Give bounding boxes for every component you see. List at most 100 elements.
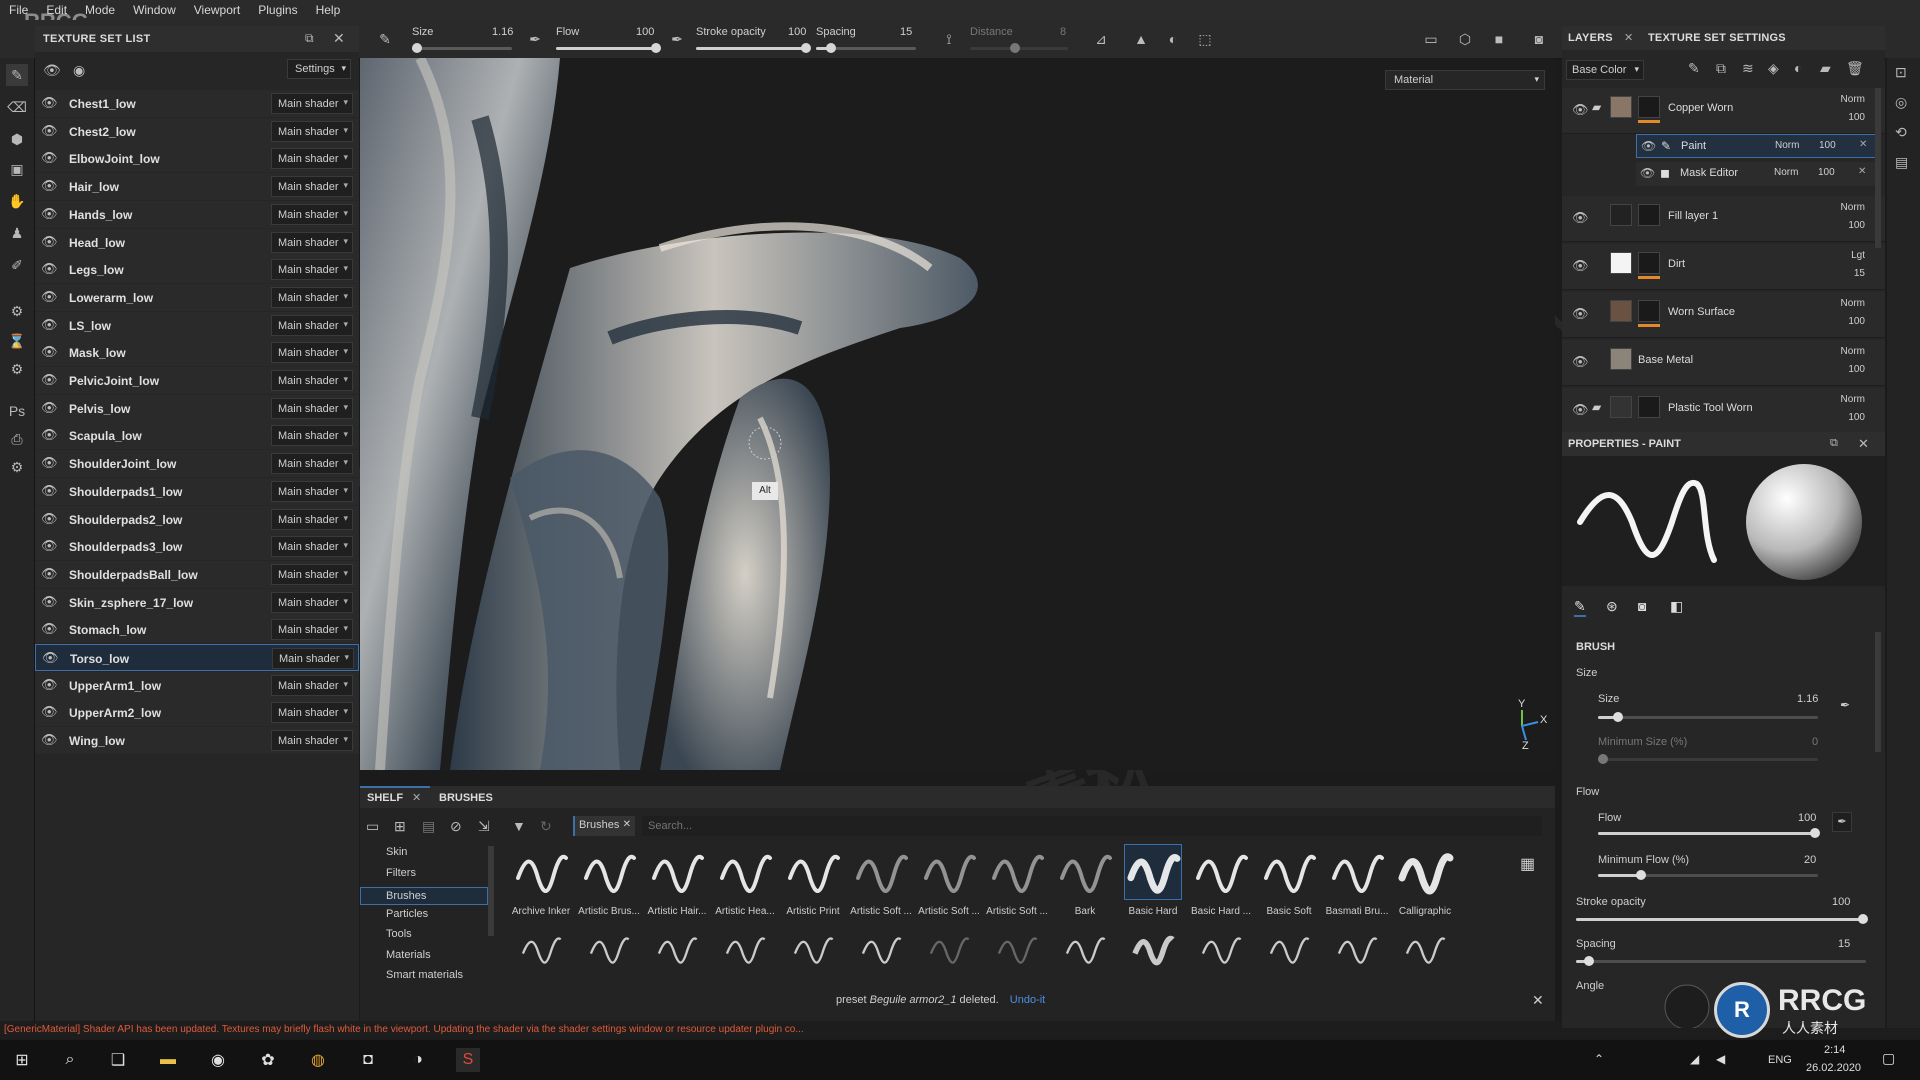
menu-window[interactable]: Window (124, 3, 185, 17)
shader-dropdown[interactable]: Main shader ▾ (271, 591, 353, 613)
texture-set-row[interactable]: 👁 Head_low Main shader ▾ (35, 228, 359, 256)
brush-thumbnail[interactable] (1188, 930, 1254, 1008)
eye-icon[interactable]: 👁 (41, 400, 58, 415)
task-view-icon[interactable]: ❑ (106, 1048, 130, 1072)
eye-icon[interactable]: 👁 (41, 345, 58, 359)
brush-thumbnail[interactable]: Basmati Bru... (1324, 844, 1390, 922)
brush-thumbnail[interactable] (1392, 930, 1458, 1008)
eye-icon[interactable]: 👁 (41, 539, 58, 553)
texture-set-row[interactable]: 👁 UpperArm2_low Main shader ▾ (35, 699, 359, 727)
menu-plugins[interactable]: Plugins (249, 3, 306, 17)
clock-date[interactable]: 26.02.2020 (1806, 1062, 1861, 1074)
blend-mode[interactable]: Norm (1841, 94, 1865, 105)
eye-icon[interactable]: 👁 (41, 622, 58, 636)
brush-thumbnail[interactable] (712, 930, 778, 1008)
substance-painter-icon[interactable]: S (456, 1048, 480, 1072)
minimum-size-slider[interactable] (1598, 754, 1818, 764)
settings-dropdown[interactable]: Settings ▾ (287, 59, 351, 79)
close-icon[interactable]: ✕ (1858, 436, 1869, 452)
material-tab-icon[interactable]: ⊛ (1606, 598, 1618, 615)
shader-dropdown[interactable]: Main shader ▾ (271, 563, 353, 585)
stroke-opacity-slider[interactable] (696, 43, 811, 53)
blend-mode[interactable]: Norm (1775, 140, 1799, 151)
tray-chevron-up-icon[interactable]: ⌃ (1594, 1052, 1604, 1066)
shelf-category[interactable]: Brushes (360, 887, 488, 905)
viewer-settings-icon[interactable]: ⊡ (1895, 64, 1907, 81)
shelf-category[interactable]: Particles (386, 908, 428, 920)
texture-set-row[interactable]: 👁 Hair_low Main shader ▾ (35, 173, 359, 201)
bake-icon[interactable]: ⚙ (6, 300, 28, 322)
shelf-category[interactable]: Filters (386, 867, 416, 879)
log-icon[interactable]: ▤ (1895, 154, 1908, 171)
tab-texture-set-settings[interactable]: TEXTURE SET SETTINGS (1648, 32, 1786, 44)
eye-icon[interactable]: 👁 (1572, 102, 1589, 118)
brush-thumbnail[interactable]: Artistic Soft ... (916, 844, 982, 922)
brush-thumbnail[interactable] (1324, 930, 1390, 1008)
texture-set-row[interactable]: 👁 UpperArm1_low Main shader ▾ (35, 671, 359, 699)
app-icon[interactable]: ◑ (406, 1048, 430, 1072)
shader-dropdown[interactable]: Main shader ▾ (271, 730, 353, 752)
view-3d-icon[interactable]: ⬡ (1454, 28, 1476, 50)
brush-thumbnail[interactable]: Basic Hard (1120, 844, 1186, 922)
shader-dropdown[interactable]: Main shader ▾ (271, 176, 353, 198)
stroke-opacity-slider[interactable] (1576, 914, 1868, 924)
eye-icon[interactable]: 👁 (41, 289, 58, 304)
eye-icon[interactable]: 👁 (41, 373, 58, 387)
brush-thumbnail[interactable] (644, 930, 710, 1008)
pen-pressure-icon[interactable]: ✒ (1840, 698, 1850, 712)
eye-icon[interactable]: 👁 (41, 428, 58, 442)
shader-dropdown[interactable]: Main shader ▾ (271, 93, 353, 114)
close-icon[interactable]: ✕ (1859, 139, 1867, 150)
volume-icon[interactable]: ◀ (1716, 1052, 1725, 1066)
history-icon[interactable]: ⟲ (1895, 124, 1907, 141)
polygon-fill-icon[interactable]: ▣ (6, 158, 28, 180)
filter-icon[interactable]: ▼ (512, 818, 526, 834)
file-explorer-icon[interactable]: ▬ (156, 1048, 180, 1072)
app-icon[interactable]: ✿ (256, 1048, 280, 1072)
texture-set-row[interactable]: 👁 PelvicJoint_low Main shader ▾ (35, 367, 359, 394)
notification-icon[interactable]: ▢ (1882, 1050, 1895, 1067)
paint-brush-icon[interactable]: ✎ (6, 64, 28, 86)
shader-settings-icon[interactable]: ◎ (1895, 94, 1907, 111)
language-indicator[interactable]: ENG (1768, 1054, 1792, 1066)
brush-thumbnail[interactable]: Artistic Hair... (644, 844, 710, 922)
texture-set-row[interactable]: 👁 ShoulderpadsBall_low Main shader ▾ (35, 560, 359, 588)
eraser-icon[interactable]: ⌫ (6, 96, 28, 118)
texture-set-row[interactable]: 👁 ElbowJoint_low Main shader ▾ (35, 145, 359, 173)
undo-link[interactable]: Undo-it (1010, 994, 1045, 1006)
shader-settings-icon[interactable]: ⚙ (6, 358, 28, 380)
brush-thumbnail[interactable]: Archive Inker (508, 844, 574, 922)
texture-set-row[interactable]: 👁 Chest2_low Main shader ▾ (35, 117, 359, 145)
folder-icon[interactable]: ▭ (366, 818, 379, 835)
shader-dropdown[interactable]: Main shader ▾ (271, 536, 353, 558)
brush-thumbnail[interactable]: Artistic Hea... (712, 844, 778, 922)
blend-mode[interactable]: Norm (1774, 167, 1798, 178)
texture-set-row[interactable]: 👁 Pelvis_low Main shader ▾ (35, 394, 359, 422)
size-slider[interactable] (412, 43, 512, 53)
flow-slider[interactable] (1598, 828, 1820, 838)
new-shelf-icon[interactable]: ⊞ (394, 818, 406, 835)
brush-thumbnail[interactable]: Artistic Brus... (576, 844, 642, 922)
delete-icon[interactable]: 🗑 (1846, 60, 1864, 77)
viewport-3d[interactable]: Material ▾ Alt Y X Z (360, 58, 1555, 770)
tab-shelf[interactable]: SHELF (367, 792, 403, 804)
close-icon[interactable]: ✕ (1532, 992, 1544, 1009)
effect-row[interactable]: 👁 ◼ Mask Editor Norm 100 ✕ (1636, 162, 1876, 186)
brush-thumbnail[interactable] (1256, 930, 1322, 1008)
flow-pressure-button[interactable]: ✒ (1832, 812, 1852, 832)
camera-icon[interactable]: ■ (1488, 28, 1510, 50)
brush-thumbnail[interactable] (508, 930, 574, 1008)
effect-opacity[interactable]: 100 (1818, 167, 1835, 178)
shader-dropdown[interactable]: Main shader ▾ (271, 425, 353, 447)
eye-icon[interactable]: 👁 (41, 511, 58, 526)
eye-icon[interactable]: 👁 (1641, 139, 1656, 153)
texture-set-row[interactable]: 👁 LS_low Main shader ▾ (35, 311, 359, 339)
angle-dial[interactable] (1662, 982, 1712, 1028)
texture-set-row[interactable]: 👁 Skin_zsphere_17_low Main shader ▾ (35, 588, 359, 616)
eye-icon[interactable]: 👁 (41, 677, 58, 692)
eye-icon[interactable]: 👁 (42, 651, 59, 665)
eye-icon[interactable]: 👁 (41, 179, 58, 193)
layer-row[interactable]: 👁 Worn Surface Norm 100 (1562, 292, 1885, 338)
eye-icon[interactable]: 👁 (41, 456, 58, 470)
menu-viewport[interactable]: Viewport (185, 3, 249, 17)
